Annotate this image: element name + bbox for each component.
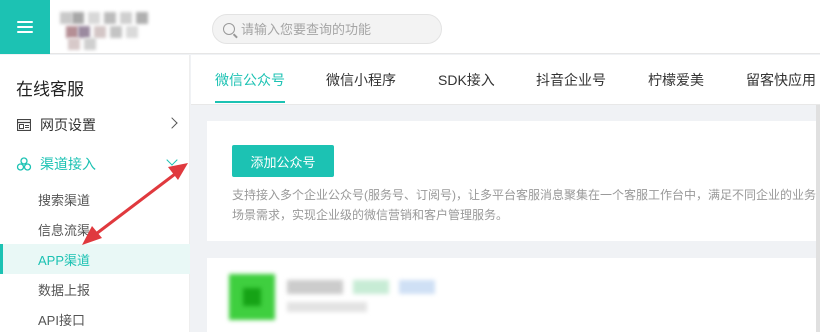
tab-douyin[interactable]: 抖音企业号 <box>536 55 606 104</box>
search-box[interactable] <box>212 14 442 44</box>
tab-wechat-official[interactable]: 微信公众号 <box>215 55 285 104</box>
tab-ningmeng[interactable]: 柠檬爱美 <box>648 55 704 104</box>
scrollbar[interactable] <box>816 105 820 332</box>
tab-sdk[interactable]: SDK接入 <box>438 55 495 104</box>
sidebar-subitem-app-channel[interactable]: APP渠道 <box>0 244 190 274</box>
webpage-icon <box>16 117 32 133</box>
sidebar-subitem-feed-channel[interactable]: 信息流渠 <box>0 214 190 244</box>
sidebar-item-label: 网页设置 <box>40 117 96 133</box>
chevron-right-icon <box>166 117 178 129</box>
hamburger-icon <box>17 21 33 33</box>
card-description: 支持接入多个企业公众号(服务号、订阅号)，让多平台客服消息聚集在一个客服工作台中… <box>232 188 816 222</box>
add-account-card: 添加公众号 支持接入多个企业公众号(服务号、订阅号)，让多平台客服消息聚集在一个… <box>207 121 820 241</box>
sidebar-subitem-search-channel[interactable]: 搜索渠道 <box>0 184 190 214</box>
account-list-card <box>207 258 820 332</box>
sidebar-item-webpage-settings[interactable]: 网页设置 <box>0 107 190 143</box>
blurred-account-logo <box>60 10 158 50</box>
chevron-down-icon <box>166 154 178 166</box>
sidebar: 在线客服 网页设置 渠道接入 搜索渠道 信息流渠 APP渠道 数据上报 API接… <box>0 55 190 332</box>
sidebar-subitem-data-report[interactable]: 数据上报 <box>0 274 190 304</box>
search-icon <box>223 23 235 35</box>
sidebar-title: 在线客服 <box>16 80 84 99</box>
sidebar-item-label: 渠道接入 <box>40 156 96 172</box>
tab-liuke-quickapp[interactable]: 留客快应用 <box>746 55 816 104</box>
channel-tabs: 微信公众号 微信小程序 SDK接入 抖音企业号 柠檬爱美 留客快应用 <box>191 55 820 105</box>
channels-icon <box>16 156 32 172</box>
add-official-account-button[interactable]: 添加公众号 <box>232 145 334 177</box>
sidebar-item-channel-access[interactable]: 渠道接入 <box>0 146 190 182</box>
top-bar <box>0 0 820 54</box>
tab-wechat-miniprogram[interactable]: 微信小程序 <box>326 55 396 104</box>
search-input[interactable] <box>241 21 431 37</box>
sidebar-subitem-api[interactable]: API接口 <box>0 304 190 332</box>
menu-toggle-button[interactable] <box>0 0 50 54</box>
